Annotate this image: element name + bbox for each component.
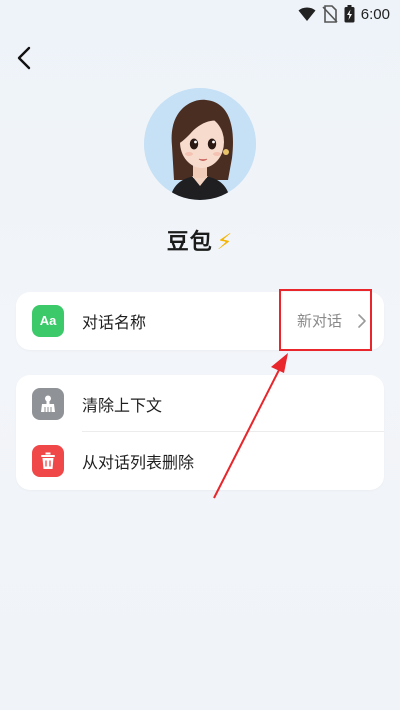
delete-from-list-label: 从对话列表删除 [82, 452, 195, 472]
cartoon-girl-avatar-icon [144, 88, 256, 200]
conversation-actions-card: 清除上下文 从对话列表删除 [16, 375, 384, 490]
back-button[interactable] [14, 44, 38, 72]
lightning-icon: ⚡ [216, 230, 234, 255]
broom-glyph-icon [41, 395, 55, 412]
trash-icon [32, 444, 64, 477]
font-icon-text: Aa [39, 313, 57, 328]
chevron-left-icon [17, 46, 31, 70]
status-bar: 6:00 [0, 0, 400, 28]
battery-icon [344, 5, 355, 23]
bot-name: 豆包 ⚡ [0, 224, 400, 256]
bot-name-text: 豆包 [166, 230, 213, 255]
font-icon: Aa [32, 304, 64, 337]
status-icons: 6:00 [298, 4, 390, 24]
clear-context-row[interactable]: 清除上下文 [16, 375, 384, 432]
no-sim-icon [322, 5, 338, 23]
clear-context-label: 清除上下文 [82, 395, 163, 415]
wifi-icon [298, 7, 316, 21]
conversation-name-label: 对话名称 [82, 312, 147, 332]
avatar [144, 88, 256, 200]
annotation-highlight-box [279, 289, 372, 351]
delete-from-list-row[interactable]: 从对话列表删除 [16, 432, 384, 489]
broom-icon [32, 387, 64, 420]
status-time: 6:00 [360, 5, 390, 23]
trash-glyph-icon [41, 452, 55, 469]
